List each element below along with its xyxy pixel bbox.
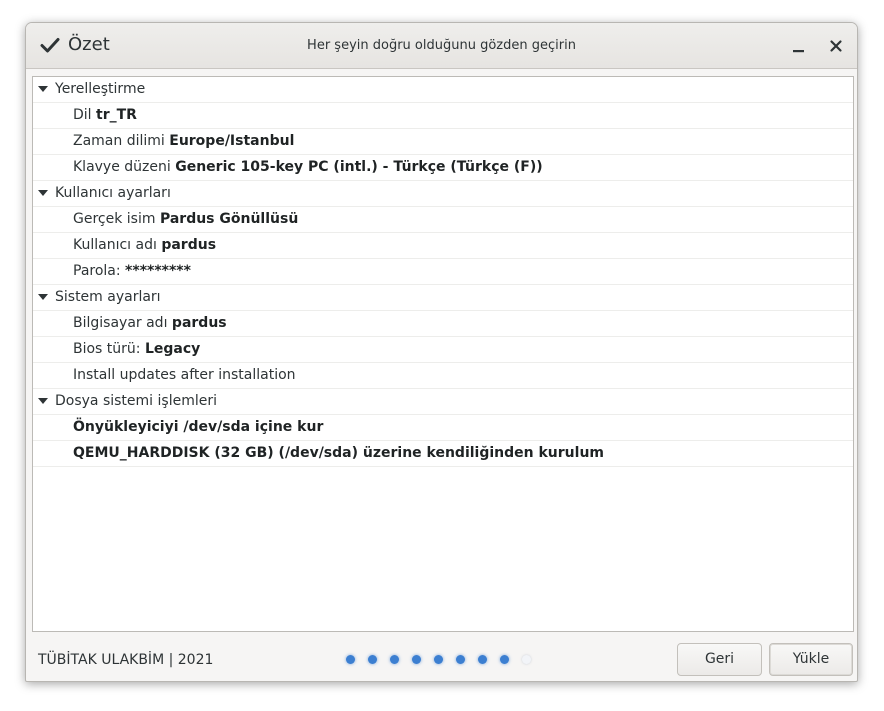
- item-prefix: Bios türü:: [73, 341, 145, 357]
- item-prefix: Gerçek isim: [73, 211, 160, 227]
- step-dot: [522, 655, 531, 664]
- group-filesystem-operations[interactable]: Dosya sistemi işlemleri: [33, 389, 853, 415]
- group-localization[interactable]: Yerelleştirme: [33, 77, 853, 103]
- item-value: QEMU_HARDDISK (32 GB) (/dev/sda) üzerine…: [73, 445, 604, 461]
- summary-item-disk-install: QEMU_HARDDISK (32 GB) (/dev/sda) üzerine…: [33, 441, 853, 467]
- item-value: pardus: [161, 237, 217, 253]
- group-system-settings[interactable]: Sistem ayarları: [33, 285, 853, 311]
- item-value: Legacy: [144, 341, 201, 357]
- summary-item-language: Dil tr_TR: [33, 103, 853, 129]
- page-subtitle: Her şeyin doğru olduğunu gözden geçirin: [307, 38, 576, 53]
- item-value: Europe/Istanbul: [169, 133, 295, 149]
- step-dot: [368, 655, 377, 664]
- minimize-button[interactable]: [786, 34, 810, 58]
- item-value: Önyükleyiciyi /dev/sda içine kur: [73, 419, 324, 435]
- item-prefix: Bilgisayar adı: [73, 315, 172, 331]
- group-label: Kullanıcı ayarları: [55, 185, 171, 201]
- close-icon: [830, 40, 842, 52]
- item-prefix: Install updates after installation: [73, 367, 296, 383]
- summary-item-hostname: Bilgisayar adı pardus: [33, 311, 853, 337]
- minimize-icon: [793, 50, 804, 53]
- summary-item-timezone: Zaman dilimi Europe/Istanbul: [33, 129, 853, 155]
- footer-credit: TÜBİTAK ULAKBİM | 2021: [38, 652, 214, 668]
- install-button[interactable]: Yükle: [769, 643, 853, 676]
- group-label: Sistem ayarları: [55, 289, 161, 305]
- step-dot: [434, 655, 443, 664]
- item-value: *********: [125, 263, 191, 279]
- expander-triangle-icon[interactable]: [38, 86, 48, 92]
- back-button[interactable]: Geri: [677, 643, 762, 676]
- summary-item-real-name: Gerçek isim Pardus Gönüllüsü: [33, 207, 853, 233]
- group-label: Dosya sistemi işlemleri: [55, 393, 217, 409]
- item-value: pardus: [171, 315, 227, 331]
- summary-item-keyboard: Klavye düzeni Generic 105-key PC (intl.)…: [33, 155, 853, 181]
- summary-tree[interactable]: Yerelleştirme Dil tr_TR Zaman dilimi Eur…: [32, 76, 854, 632]
- expander-triangle-icon[interactable]: [38, 398, 48, 404]
- summary-item-bootloader: Önyükleyiciyi /dev/sda içine kur: [33, 415, 853, 441]
- item-prefix: Parola:: [73, 263, 126, 279]
- item-prefix: Dil: [73, 107, 97, 123]
- close-button[interactable]: [824, 34, 848, 58]
- step-dot: [412, 655, 421, 664]
- group-user-settings[interactable]: Kullanıcı ayarları: [33, 181, 853, 207]
- item-prefix: Klavye düzeni: [73, 159, 176, 175]
- item-value: Generic 105-key PC (intl.) - Türkçe (Tür…: [175, 159, 543, 175]
- summary-item-install-updates: Install updates after installation: [33, 363, 853, 389]
- item-value: Pardus Gönüllüsü: [159, 211, 299, 227]
- step-dot: [478, 655, 487, 664]
- summary-item-username: Kullanıcı adı pardus: [33, 233, 853, 259]
- summary-item-bios-type: Bios türü: Legacy: [33, 337, 853, 363]
- expander-triangle-icon[interactable]: [38, 294, 48, 300]
- item-prefix: Kullanıcı adı: [73, 237, 162, 253]
- installer-window: Özet Her şeyin doğru olduğunu gözden geç…: [25, 22, 858, 682]
- expander-triangle-icon[interactable]: [38, 190, 48, 196]
- group-label: Yerelleştirme: [55, 81, 146, 97]
- item-prefix: Zaman dilimi: [73, 133, 170, 149]
- step-dot: [346, 655, 355, 664]
- step-dot: [500, 655, 509, 664]
- item-value: tr_TR: [96, 107, 137, 123]
- summary-item-password: Parola: *********: [33, 259, 853, 285]
- title-bar: Özet Her şeyin doğru olduğunu gözden geç…: [26, 23, 857, 69]
- step-dot: [456, 655, 465, 664]
- step-dot: [390, 655, 399, 664]
